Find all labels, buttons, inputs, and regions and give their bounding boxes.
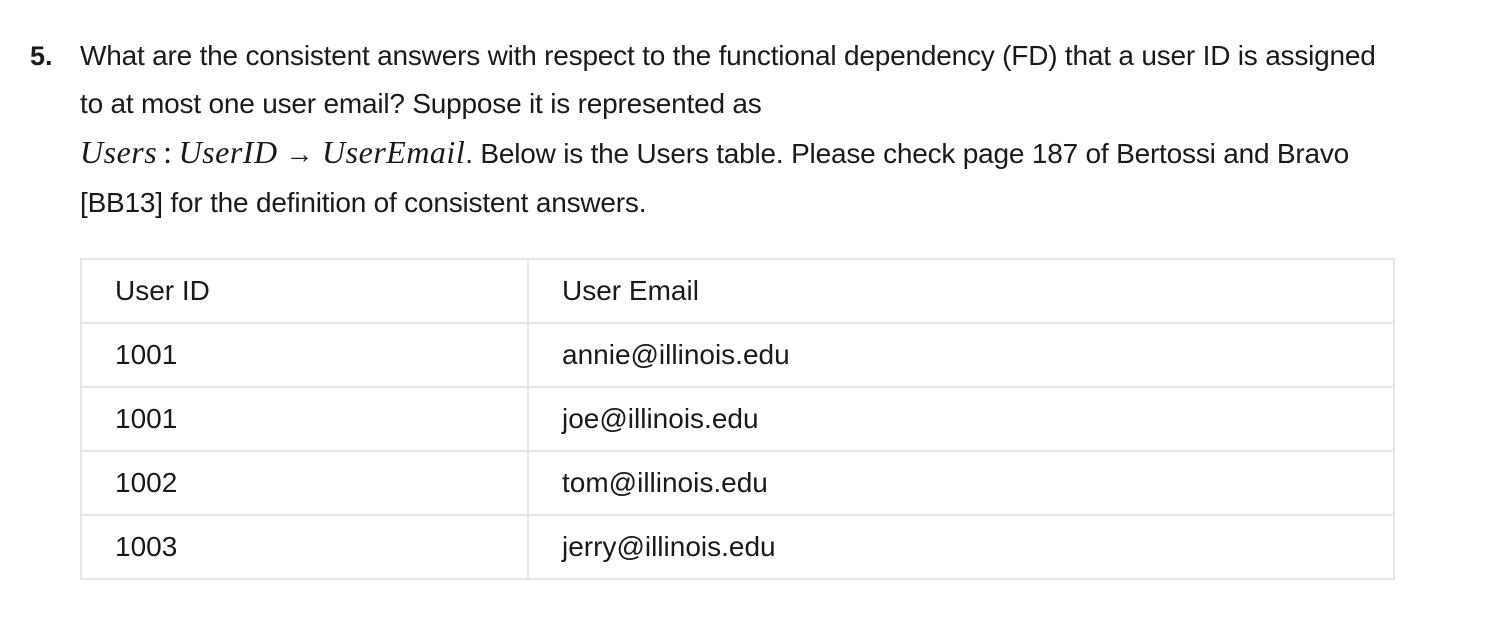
cell-user-id: 1003: [80, 514, 529, 580]
fd-relation: Users: [80, 134, 158, 170]
table-row: 1001 joe@illinois.edu: [80, 386, 1395, 452]
question-number: 5.: [30, 41, 53, 71]
cell-user-id: 1001: [80, 386, 529, 452]
cell-user-email: joe@illinois.edu: [527, 386, 1395, 452]
table-row: 1003 jerry@illinois.edu: [80, 514, 1395, 580]
cell-user-id: 1001: [80, 322, 529, 388]
fd-colon: :: [163, 134, 173, 170]
header-user-id: User ID: [80, 258, 529, 324]
table-header-row: User ID User Email: [80, 258, 1395, 324]
table-row: 1001 annie@illinois.edu: [80, 322, 1395, 388]
users-table: User ID User Email 1001 annie@illinois.e…: [80, 258, 1395, 580]
cell-user-email: jerry@illinois.edu: [527, 514, 1395, 580]
cell-user-id: 1002: [80, 450, 529, 516]
question-text: What are the consistent answers with res…: [80, 32, 1380, 227]
fd-lhs: UserID: [178, 134, 278, 170]
question-text-part1: What are the consistent answers with res…: [80, 40, 1376, 119]
cell-user-email: tom@illinois.edu: [527, 450, 1395, 516]
header-user-email: User Email: [527, 258, 1395, 324]
cell-user-email: annie@illinois.edu: [527, 322, 1395, 388]
fd-formula: Users: UserID → UserEmail: [80, 134, 465, 170]
table-row: 1002 tom@illinois.edu: [80, 450, 1395, 516]
fd-arrow: →: [285, 139, 315, 170]
fd-rhs: UserEmail: [322, 134, 466, 170]
